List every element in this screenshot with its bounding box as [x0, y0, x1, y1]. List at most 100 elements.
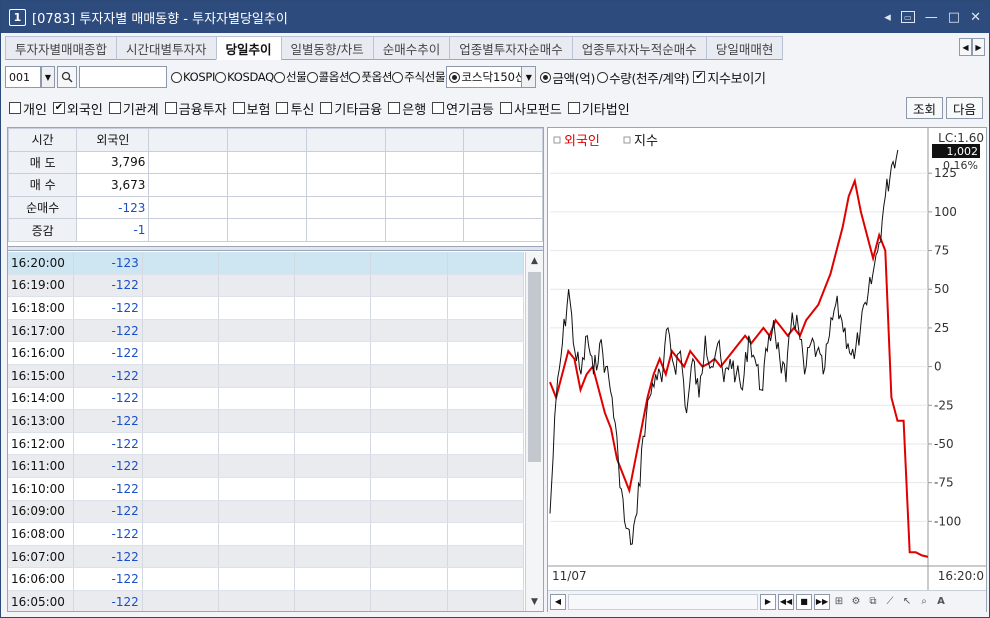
market-radio-2[interactable]: 선물 [273, 69, 307, 85]
lc-label: LC:1.60 [938, 131, 984, 145]
investor-checkbox-5[interactable]: 투신 [276, 99, 314, 118]
prev-arrow-icon[interactable]: ◂ [884, 10, 891, 25]
table-row[interactable]: 16:14:00 -122 [8, 387, 524, 411]
play-icon[interactable]: ▶ [760, 593, 776, 610]
market-dropdown-icon[interactable]: ▼ [521, 67, 536, 87]
code-select[interactable]: 001 [5, 66, 41, 88]
table-row[interactable]: 16:16:00 -122 [8, 342, 524, 365]
header-time: 시간 [7, 128, 78, 152]
tab-2[interactable]: 당일추이 [215, 36, 282, 60]
investor-checkbox-10[interactable]: 기타법인 [567, 99, 630, 118]
table-row[interactable]: 16:20:00 -123 [8, 252, 524, 275]
cursor-icon[interactable]: ↖ [899, 594, 915, 610]
market-radio-1[interactable]: KOSDAQ [215, 69, 274, 85]
investor-checkbox-9[interactable]: 사모펀드 [500, 99, 562, 118]
table-row[interactable]: 16:15:00 -122 [8, 364, 524, 388]
table-row[interactable]: 16:19:00 -122 [8, 274, 524, 298]
chart-scrollbar[interactable] [568, 593, 758, 610]
tab-6[interactable]: 업종투자자누적순매수 [571, 36, 707, 60]
empty-cell [219, 319, 296, 342]
y-tick-label: 0 [934, 360, 942, 374]
investor-checkbox-4[interactable]: 보험 [232, 99, 270, 118]
tab-7[interactable]: 당일매매현 [705, 36, 784, 60]
table-row[interactable]: 16:05:00 -122 [8, 590, 524, 611]
market-radio-label: 콜옵션 [318, 70, 350, 84]
row-value: -122 [74, 545, 143, 568]
screen-icon[interactable]: ▭ [900, 11, 915, 23]
investor-checkbox-7[interactable]: 은행 [388, 99, 426, 118]
market-select[interactable]: 코스닥150선 ▼ [446, 66, 537, 88]
row-value: -122 [74, 297, 143, 319]
minimize-icon[interactable]: — [925, 10, 938, 25]
table-icon[interactable]: ⊞ [831, 594, 847, 610]
unit-radio-label: 수량(천주/계약) [609, 70, 690, 86]
scroll-down-icon[interactable]: ▼ [526, 593, 543, 611]
query-button[interactable]: 조회 [905, 97, 943, 119]
maximize-icon[interactable]: □ [948, 10, 960, 25]
checkbox-icon [500, 102, 512, 114]
stop-icon[interactable]: ■ [796, 593, 812, 610]
empty-cell [448, 545, 524, 568]
y-tick-label: -50 [934, 437, 954, 451]
empty-cell [371, 545, 448, 568]
table-row[interactable]: 16:10:00 -122 [8, 477, 524, 501]
close-icon[interactable]: ✕ [970, 10, 981, 25]
market-radio-0[interactable]: KOSPI [171, 69, 215, 85]
unit-radio-1[interactable]: 수량(천주/계약) [597, 68, 690, 87]
investor-checkbox-1[interactable]: ✔ 외국인 [52, 99, 103, 118]
investor-checkbox-3[interactable]: 금융투자 [164, 99, 227, 118]
market-radio-5[interactable]: 주식선물 [392, 69, 446, 85]
header-empty [463, 128, 543, 152]
unit-radio-0[interactable]: 금액(억) [540, 68, 595, 87]
tab-bar: 투자자별매매종합 시간대별투자자 당일추이 일별동향/차트 순매수추이 업종별투자자순매수… [5, 36, 987, 60]
table-row[interactable]: 16:18:00 -122 [8, 297, 524, 320]
checkbox-icon: ✔ [52, 102, 65, 114]
market-radio-group: KOSPI KOSDAQ 선물 콜옵션 풋옵션 주식선물 [171, 69, 446, 85]
list-scrollbar[interactable]: ▲ ▼ [525, 252, 543, 611]
table-row[interactable]: 16:17:00 -122 [8, 319, 524, 343]
table-row[interactable]: 16:06:00 -122 [8, 568, 524, 591]
rewind-icon[interactable]: ◀◀ [778, 593, 794, 610]
table-row[interactable]: 16:09:00 -122 [8, 500, 524, 524]
investor-checkbox-0[interactable]: 개인 [9, 99, 47, 118]
market-radio-4[interactable]: 풋옵션 [349, 69, 392, 85]
tab-1[interactable]: 시간대별투자자 [116, 36, 217, 60]
table-row[interactable]: 16:07:00 -122 [8, 545, 524, 569]
empty-cell [295, 523, 372, 545]
scroll-up-icon[interactable]: ▲ [526, 252, 543, 270]
chart-scroll-left-icon[interactable]: ◀ [550, 593, 566, 610]
tab-3[interactable]: 일별동향/차트 [280, 36, 374, 60]
empty-cell [384, 150, 465, 175]
show-index-toggle[interactable]: ✔ 지수보이기 [693, 68, 766, 87]
next-button[interactable]: 다음 [945, 97, 983, 119]
investor-checkbox-8[interactable]: 연기금등 [432, 99, 494, 118]
empty-cell [143, 568, 219, 590]
market-radio-3[interactable]: 콜옵션 [306, 69, 350, 85]
empty-cell [295, 319, 372, 342]
tab-scroll-left-icon[interactable]: ◀ [959, 38, 972, 56]
tab-scroll-right-icon[interactable]: ▶ [972, 38, 985, 56]
layout-icon[interactable]: ⧉ [865, 594, 881, 610]
code-dropdown-icon[interactable]: ▼ [41, 66, 55, 88]
stock-name-input[interactable] [79, 66, 167, 88]
forward-icon[interactable]: ▶▶ [814, 593, 830, 610]
scroll-thumb[interactable] [528, 272, 541, 462]
zoom-icon[interactable]: ⌕ [916, 594, 932, 610]
search-icon[interactable] [57, 66, 77, 88]
tab-5[interactable]: 업종별투자자순매수 [449, 36, 573, 60]
investor-label: 금융투자 [178, 102, 227, 118]
investor-checkbox-6[interactable]: 기타금융 [320, 99, 382, 118]
tab-0[interactable]: 투자자별매매종합 [5, 36, 118, 60]
table-row[interactable]: 16:12:00 -122 [8, 432, 524, 456]
investor-label: 은행 [402, 102, 427, 118]
tab-4[interactable]: 순매수추이 [372, 36, 451, 60]
settings-icon[interactable]: ⚙ [848, 594, 864, 610]
investor-checkbox-2[interactable]: 기관계 [108, 99, 159, 118]
table-row[interactable]: 16:13:00 -122 [8, 410, 524, 433]
text-icon[interactable]: A [933, 594, 949, 610]
table-row[interactable]: 16:08:00 -122 [8, 523, 524, 546]
empty-cell [219, 545, 296, 568]
table-row[interactable]: 16:11:00 -122 [8, 455, 524, 478]
trend-icon[interactable]: ⟋ [882, 594, 898, 610]
summary-label: 매 도 [7, 150, 78, 175]
